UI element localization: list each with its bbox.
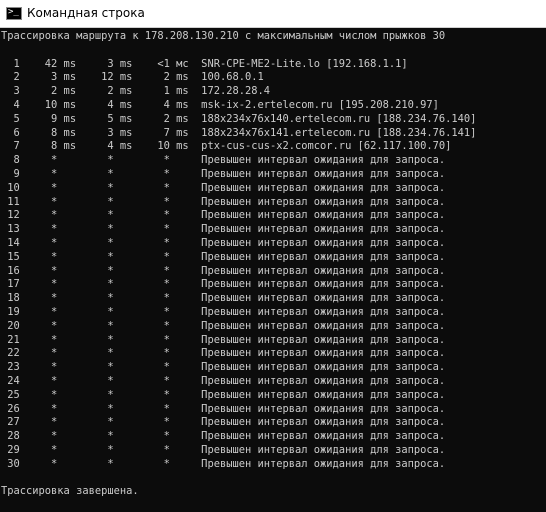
- console-line: 15 * * * Превышен интервал ожидания для …: [1, 250, 446, 263]
- console-line: 22 * * * Превышен интервал ожидания для …: [1, 347, 446, 360]
- console-line: Трассировка завершена.: [1, 485, 139, 498]
- window-title: Командная строка: [27, 6, 145, 20]
- console-line: 4 10 ms 4 ms 4 ms msk-ix-2.ertelecom.ru …: [1, 98, 439, 111]
- console-line: 12 * * * Превышен интервал ожидания для …: [1, 209, 446, 222]
- title-bar[interactable]: >_ Командная строка: [0, 0, 546, 28]
- console-line: 28 * * * Превышен интервал ожидания для …: [1, 430, 446, 443]
- console-line: 10 * * * Превышен интервал ожидания для …: [1, 181, 446, 194]
- console-line: 3 2 ms 2 ms 1 ms 172.28.28.4: [1, 85, 271, 98]
- console-lines: Трассировка маршрута к 178.208.130.210 с…: [1, 30, 476, 512]
- console-line: 24 * * * Превышен интервал ожидания для …: [1, 374, 446, 387]
- console-line: 11 * * * Превышен интервал ожидания для …: [1, 195, 446, 208]
- console-line: 20 * * * Превышен интервал ожидания для …: [1, 319, 446, 332]
- console-line: 17 * * * Превышен интервал ожидания для …: [1, 278, 446, 291]
- console-line: 26 * * * Превышен интервал ожидания для …: [1, 402, 446, 415]
- console-line: 9 * * * Превышен интервал ожидания для з…: [1, 167, 446, 180]
- console-line: 8 * * * Превышен интервал ожидания для з…: [1, 154, 446, 167]
- console-line: 25 * * * Превышен интервал ожидания для …: [1, 388, 446, 401]
- console-line: 7 8 ms 4 ms 10 ms ptx-cus-cus-x2.comcor.…: [1, 140, 452, 153]
- console-line: 30 * * * Превышен интервал ожидания для …: [1, 457, 446, 470]
- cmd-icon[interactable]: >_: [6, 7, 22, 20]
- console-line: 29 * * * Превышен интервал ожидания для …: [1, 443, 446, 456]
- console-line: 14 * * * Превышен интервал ожидания для …: [1, 236, 446, 249]
- console-line: 23 * * * Превышен интервал ожидания для …: [1, 361, 446, 374]
- console-line: Трассировка маршрута к 178.208.130.210 с…: [1, 30, 446, 42]
- console-line: 5 9 ms 5 ms 2 ms 188x234x76x140.erteleco…: [1, 112, 477, 125]
- console-output[interactable]: Трассировка маршрута к 178.208.130.210 с…: [0, 28, 546, 512]
- cmd-icon-prompt: >_: [8, 7, 19, 17]
- command-prompt-window: >_ Командная строка Трассировка маршрута…: [0, 0, 546, 512]
- console-line: 18 * * * Превышен интервал ожидания для …: [1, 292, 446, 305]
- console-line: 19 * * * Превышен интервал ожидания для …: [1, 305, 446, 318]
- console-line: 27 * * * Превышен интервал ожидания для …: [1, 416, 446, 429]
- console-line: 2 3 ms 12 ms 2 ms 100.68.0.1: [1, 71, 264, 84]
- console-line: 6 8 ms 3 ms 7 ms 188x234x76x141.erteleco…: [1, 126, 477, 139]
- console-line: 1 42 ms 3 ms <1 мс SNR-CPE-ME2-Lite.lo […: [1, 57, 408, 70]
- console-line: 16 * * * Превышен интервал ожидания для …: [1, 264, 446, 277]
- console-line: 13 * * * Превышен интервал ожидания для …: [1, 223, 446, 236]
- console-line: 21 * * * Превышен интервал ожидания для …: [1, 333, 446, 346]
